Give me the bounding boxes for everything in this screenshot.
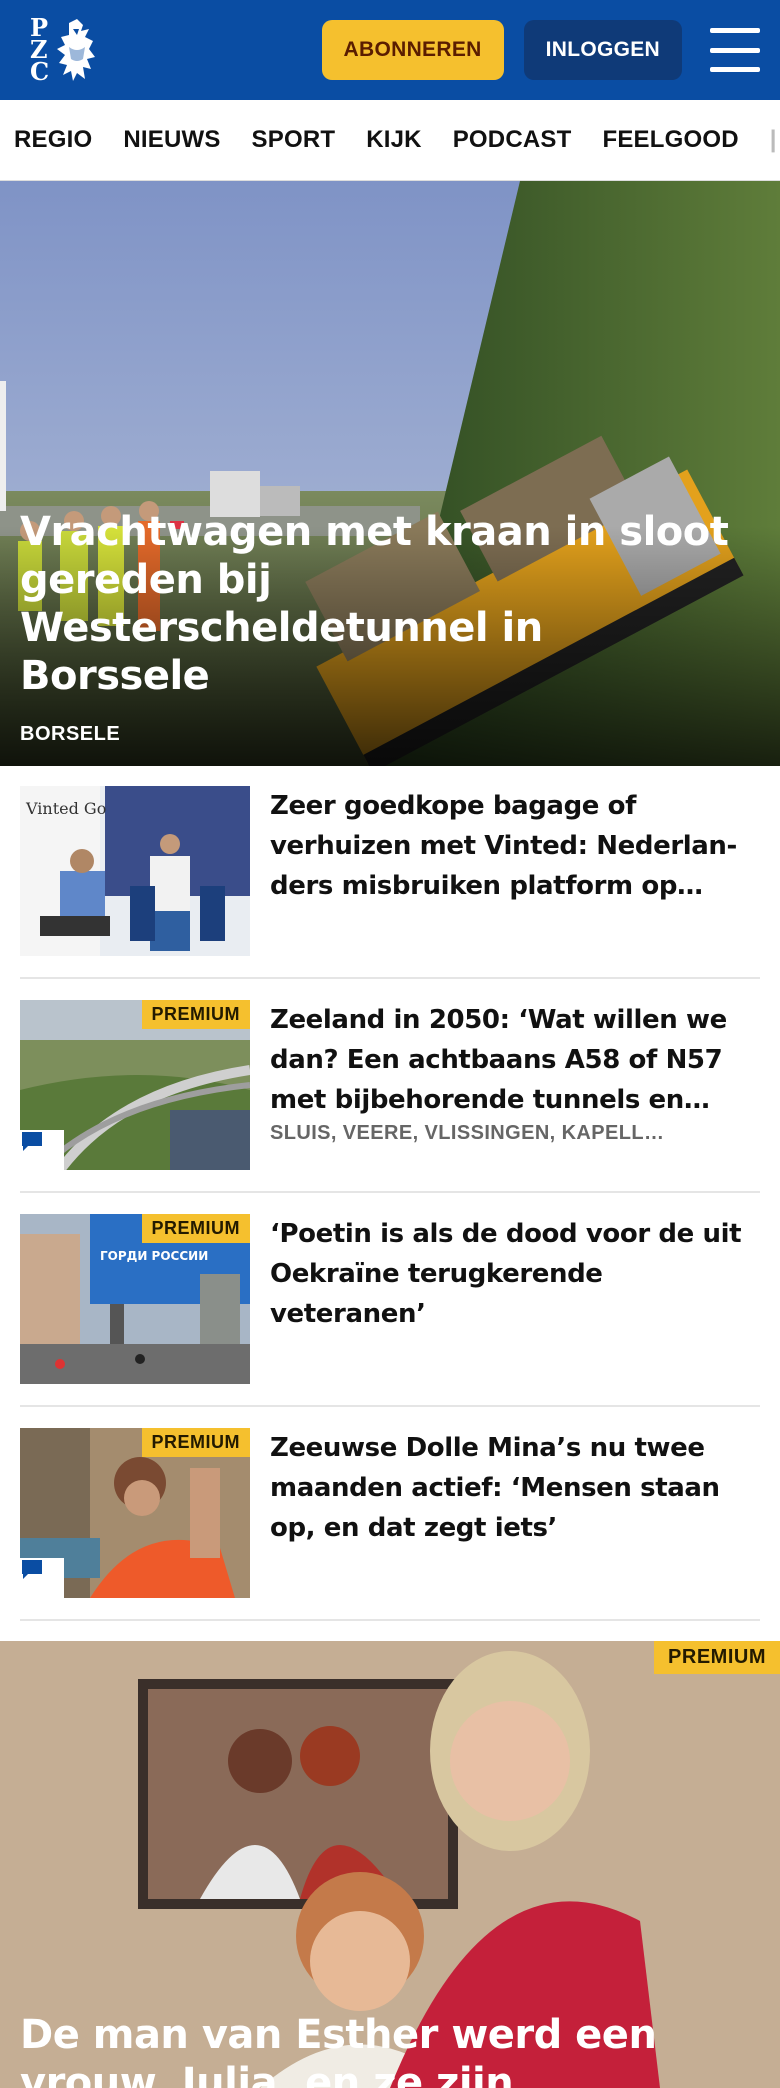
hero-article[interactable]: Vrachtwagen met kraan in sloot gereden b…: [0, 181, 780, 766]
login-button[interactable]: INLOGGEN: [523, 20, 682, 80]
list-item[interactable]: PREMIUM Zeeland in 2050: ‘Wat willen we …: [20, 1000, 760, 1193]
nav-item-podcast[interactable]: PODCAST: [453, 126, 572, 154]
article-text: Zeer goedkope bagage of verhuizen met Vi…: [270, 786, 760, 957]
comment-icon[interactable]: [20, 1130, 64, 1170]
article-location: SLUIS, VEERE, VLISSINGEN, KAPELL…: [270, 1122, 665, 1144]
nav-item-kijk[interactable]: KIJK: [366, 126, 421, 154]
list-item[interactable]: ГОРДИ РОССИИ PREMIUM ‘Poetin is als de d…: [20, 1214, 760, 1407]
lion-icon: [57, 19, 96, 81]
article-list: Vinted Go Zeer goedkope bagage of verhui…: [0, 766, 780, 1621]
list-item[interactable]: PREMIUM Zeeuwse Dolle Mina’s nu twee maa…: [20, 1428, 760, 1621]
feature-title[interactable]: De man van Esther werd een vrouw, Julia,…: [20, 2011, 750, 2088]
nav-item-sport[interactable]: SPORT: [252, 126, 336, 154]
nav-item-feelgood[interactable]: FEELGOOD: [602, 126, 738, 154]
article-text: Zeeuwse Dolle Mina’s nu twee maanden act…: [270, 1428, 760, 1599]
pzc-logo[interactable]: P Z C: [30, 16, 101, 86]
subscribe-button[interactable]: ABONNEREN: [321, 20, 504, 80]
article-title[interactable]: Zeeland in 2050: ‘Wat willen we dan? Een…: [270, 1000, 760, 1120]
article-text: ‘Poetin is als de dood voor de uit Oekra…: [270, 1214, 760, 1385]
nav-item-regio[interactable]: REGIO: [14, 126, 92, 154]
premium-badge: PREMIUM: [141, 1214, 250, 1243]
thumb-billboard-text: ГОРДИ РОССИИ: [100, 1249, 208, 1263]
menu-icon[interactable]: [710, 28, 760, 72]
premium-badge: PREMIUM: [654, 1641, 780, 1674]
article-thumbnail: PREMIUM: [20, 1428, 250, 1598]
article-text: Zeeland in 2050: ‘Wat willen we dan? Een…: [270, 1000, 760, 1171]
nav-item-nieuws[interactable]: NIEUWS: [123, 126, 220, 154]
header-actions: ABONNEREN INLOGGEN: [321, 20, 760, 80]
section-nav: REGIO NIEUWS SPORT KIJK PODCAST FEELGOOD…: [0, 100, 780, 181]
article-thumbnail: PREMIUM: [20, 1000, 250, 1170]
article-title[interactable]: Zeer goedkope bagage of verhuizen met Vi…: [270, 786, 760, 906]
article-thumbnail: Vinted Go: [20, 786, 250, 956]
nav-overflow-fade: |: [769, 126, 777, 153]
logo-letters: P Z C: [30, 16, 50, 86]
premium-badge: PREMIUM: [141, 1428, 250, 1457]
hero-title[interactable]: Vrachtwagen met kraan in sloot gereden b…: [20, 508, 740, 700]
article-title[interactable]: Zeeuwse Dolle Mina’s nu twee maanden act…: [270, 1428, 760, 1548]
article-title[interactable]: ‘Poetin is als de dood voor de uit Oekra…: [270, 1214, 760, 1334]
thumb-vinted-text: Vinted Go: [25, 799, 106, 818]
premium-badge: PREMIUM: [141, 1000, 250, 1029]
logo-letter-c: C: [30, 57, 50, 86]
comment-icon[interactable]: [20, 1558, 64, 1598]
hero-location: BORSELE: [20, 723, 121, 745]
list-item[interactable]: Vinted Go Zeer goedkope bagage of verhui…: [20, 786, 760, 979]
site-header: P Z C ABONNEREN INLOGGEN: [0, 0, 780, 100]
article-thumbnail: ГОРДИ РОССИИ PREMIUM: [20, 1214, 250, 1384]
feature-article[interactable]: PREMIUM De man van Esther werd een vrouw…: [0, 1641, 780, 2088]
